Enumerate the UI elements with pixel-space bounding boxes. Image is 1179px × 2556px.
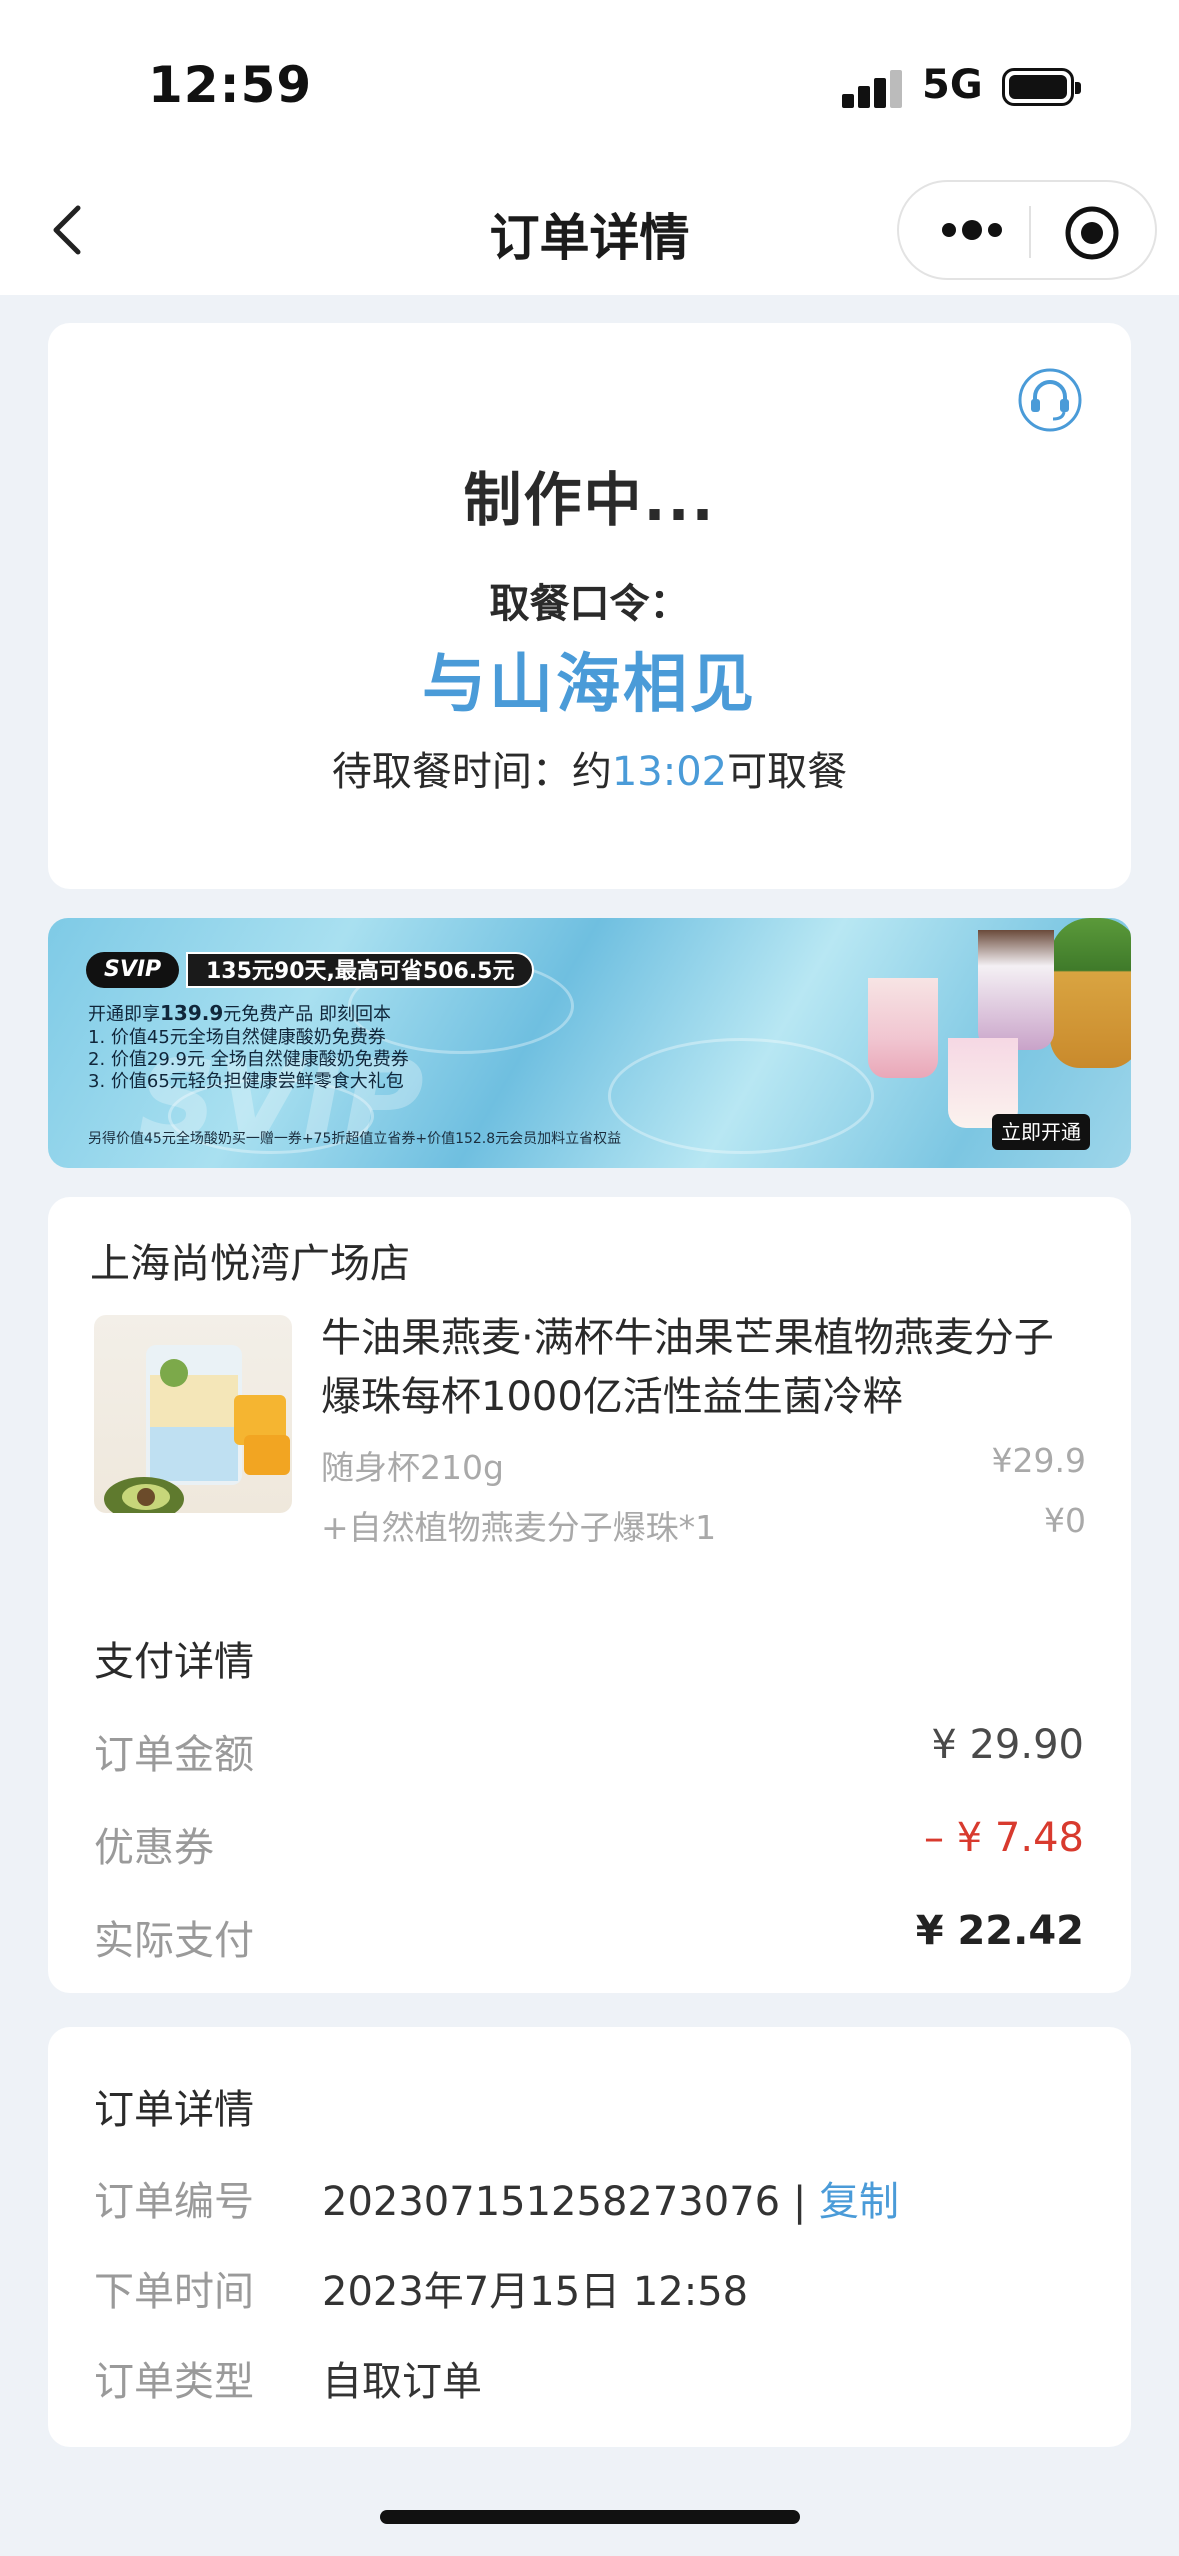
copy-separator: | <box>792 2179 820 2225</box>
copy-button[interactable]: 复制 <box>819 2179 899 2225</box>
actual-paid-label: 实际支付 <box>94 1918 254 1964</box>
order-number-label: 订单编号 <box>94 2179 254 2225</box>
pickup-prefix: 待取餐时间：约 <box>331 749 612 795</box>
pickup-suffix: 可取餐 <box>727 749 848 795</box>
svip-banner[interactable]: SVIP SVIP 135元90天,最高可省506.5元 开通即享139.9元免… <box>48 918 1131 1168</box>
signal-icon <box>842 68 902 108</box>
order-amount-label: 订单金额 <box>94 1732 254 1778</box>
order-time-value: 2023年7月15日 12:58 <box>322 2269 749 2315</box>
order-type-row: 订单类型 自取订单 <box>94 2349 1084 2407</box>
close-miniapp-icon[interactable] <box>1062 203 1122 263</box>
customer-service-icon[interactable] <box>1017 367 1083 433</box>
order-number-row: 订单编号 202307151258273076 | 复制 <box>94 2169 1084 2227</box>
pineapple-image <box>1050 918 1131 1068</box>
order-amount-row: 订单金额 ¥ 29.90 <box>94 1722 1084 1780</box>
spec-size-label: 随身杯210g <box>321 1448 504 1487</box>
order-detail-card: 订单详情 订单编号 202307151258273076 | 复制 下单时间 2… <box>48 2027 1131 2447</box>
svip-open-button[interactable]: 立即开通 <box>992 1114 1090 1150</box>
pickup-time: 13:02 <box>611 749 728 795</box>
yogurt-cup-image <box>868 978 938 1078</box>
svip-promo-tag: 135元90天,最高可省506.5元 <box>186 952 535 988</box>
spec-addon-label: +自然植物燕麦分子爆珠*1 <box>321 1508 717 1547</box>
order-status-title: 制作中... <box>463 466 716 534</box>
order-number-value: 202307151258273076 <box>322 2179 793 2225</box>
network-label: 5G <box>922 62 983 108</box>
nav-bar: 订单详情 <box>0 170 1179 295</box>
product-spec-size: 随身杯210g ¥29.9 <box>321 1441 1086 1489</box>
pickup-code-value: 与山海相见 <box>422 648 757 722</box>
coupon-label: 优惠券 <box>94 1825 214 1871</box>
coupon-value: – ¥ 7.48 <box>924 1815 1084 1861</box>
spec-size-price: ¥29.9 <box>991 1441 1086 1480</box>
order-time-row: 下单时间 2023年7月15日 12:58 <box>94 2259 1084 2317</box>
product-image <box>94 1315 292 1513</box>
order-type-label: 订单类型 <box>94 2359 254 2405</box>
pickup-code-label: 取餐口令： <box>489 581 690 627</box>
more-icon[interactable] <box>927 202 1017 258</box>
miniapp-capsule <box>897 180 1157 280</box>
store-name: 上海尚悦湾广场店 <box>90 1241 410 1287</box>
actual-paid-row: 实际支付 ¥ 22.42 <box>94 1908 1084 1966</box>
status-time: 12:59 <box>148 56 313 114</box>
order-amount-value: ¥ 29.90 <box>931 1722 1084 1768</box>
home-indicator[interactable] <box>380 2510 800 2524</box>
banner-footnote: 另得价值45元全场酸奶买一赠一券+75折超值立省券+价值152.8元会员加料立省… <box>88 1131 622 1147</box>
pickup-time-line: 待取餐时间：约13:02可取餐 <box>48 739 1131 797</box>
banner-line-4: 3. 价值65元轻负担健康尝鲜零食大礼包 <box>88 1071 404 1092</box>
svip-tag: SVIP <box>86 952 180 988</box>
order-time-label: 下单时间 <box>94 2269 254 2315</box>
spec-addon-price: ¥0 <box>1044 1501 1086 1540</box>
product-name: 牛油果燕麦·满杯牛油果芒果植物燕麦分子爆珠每杯1000亿活性益生菌冷粹 <box>321 1315 1054 1420</box>
detail-section-title: 订单详情 <box>94 2087 254 2133</box>
status-bar: 12:59 5G <box>0 0 1179 170</box>
battery-icon <box>1002 68 1081 106</box>
order-card: 上海尚悦湾广场店 牛油果燕麦·满杯牛油果芒果植物燕麦分子爆珠每杯1000亿活性益… <box>48 1197 1131 1993</box>
yogurt-cup-image <box>978 930 1054 1050</box>
actual-paid-value: ¥ 22.42 <box>915 1908 1084 1954</box>
payment-section-title: 支付详情 <box>94 1639 254 1685</box>
capsule-divider <box>1029 206 1031 258</box>
order-status-card: 制作中... 取餐口令： 与山海相见 待取餐时间：约13:02可取餐 <box>48 323 1131 889</box>
coupon-row: 优惠券 – ¥ 7.48 <box>94 1815 1084 1873</box>
order-type-value: 自取订单 <box>322 2359 482 2405</box>
product-spec-addon: +自然植物燕麦分子爆珠*1 ¥0 <box>321 1501 1086 1549</box>
